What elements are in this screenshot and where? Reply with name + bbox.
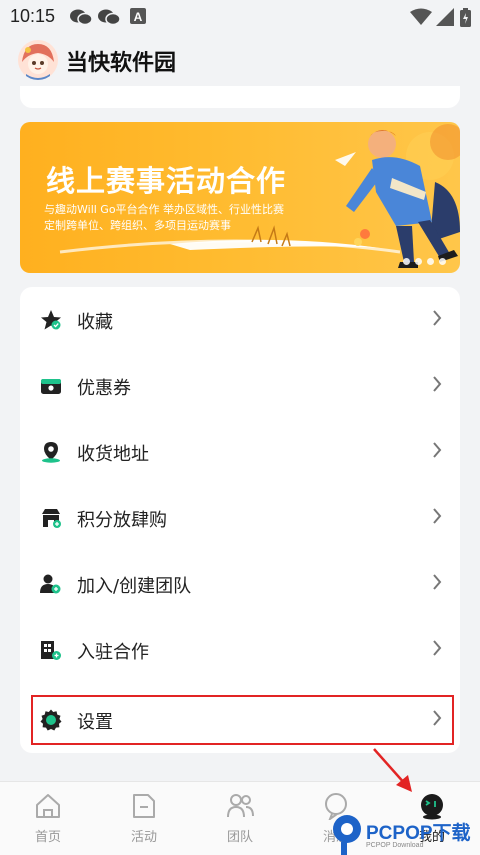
banner-subtitle-line2: 定制跨单位、跨组织、多项目运动赛事 bbox=[44, 219, 231, 232]
tab-activity[interactable]: 活动 bbox=[96, 782, 192, 855]
tab-label: 活动 bbox=[130, 830, 157, 845]
menu-item-label: 优惠券 bbox=[77, 378, 131, 399]
building-cooperation-icon bbox=[41, 641, 61, 660]
watermark: PCPOP下载 PCPOP Download bbox=[332, 812, 480, 855]
location-pin-icon bbox=[42, 442, 60, 463]
menu-item-favorites[interactable]: 收藏 bbox=[20, 287, 460, 353]
add-team-icon bbox=[40, 574, 61, 594]
coupon-icon bbox=[41, 379, 61, 394]
star-favorite-icon bbox=[41, 310, 61, 330]
chevron-right-icon bbox=[433, 508, 442, 524]
menu-item-join-team[interactable]: 加入/创建团队 bbox=[20, 551, 460, 617]
team-icon bbox=[227, 794, 254, 818]
menu-card: 收藏 优惠券 收货地址 积分放肆购 加入/创建团队 入驻合作 设置 bbox=[20, 287, 460, 753]
pagination-dot[interactable] bbox=[427, 258, 434, 265]
activity-icon bbox=[133, 794, 155, 818]
tab-label: 团队 bbox=[226, 830, 253, 845]
app-title: 当快软件园 bbox=[66, 51, 177, 76]
status-bar: 10:15 A bbox=[0, 0, 480, 34]
chevron-right-icon bbox=[433, 376, 442, 392]
header: 当快软件园 bbox=[0, 34, 480, 86]
menu-item-label: 加入/创建团队 bbox=[77, 576, 192, 597]
menu-item-label: 积分放肆购 bbox=[77, 510, 167, 531]
banner-title: 线上赛事活动合作 bbox=[46, 164, 287, 198]
battery-icon bbox=[460, 8, 471, 27]
chevron-right-icon bbox=[433, 442, 442, 458]
signal-icon bbox=[436, 8, 454, 26]
promo-banner[interactable]: 线上赛事活动合作 与趣动Will Go平台合作 举办区域性、行业性比赛 定制跨单… bbox=[20, 122, 460, 273]
status-time: 10:15 bbox=[10, 6, 56, 26]
settings-highlight-box bbox=[31, 695, 454, 745]
menu-item-address[interactable]: 收货地址 bbox=[20, 419, 460, 485]
menu-item-label: 收藏 bbox=[77, 312, 113, 333]
tab-label: 首页 bbox=[34, 830, 61, 845]
chevron-right-icon bbox=[433, 310, 442, 326]
annotation-arrow bbox=[373, 748, 412, 792]
avatar[interactable] bbox=[18, 40, 58, 80]
banner-subtitle-line1: 与趣动Will Go平台合作 举办区域性、行业性比赛 bbox=[44, 203, 285, 216]
pagination-dot[interactable] bbox=[403, 258, 410, 265]
pagination-dot[interactable] bbox=[439, 258, 446, 265]
svg-text:A: A bbox=[134, 10, 143, 24]
tab-home[interactable]: 首页 bbox=[0, 782, 96, 855]
tab-team[interactable]: 团队 bbox=[192, 782, 288, 855]
points-shop-icon bbox=[42, 509, 61, 528]
watermark-text: PCPOP下载 bbox=[366, 823, 471, 844]
wechat-icon bbox=[98, 9, 120, 26]
watermark-subtext: PCPOP Download bbox=[366, 842, 424, 849]
top-card bbox=[20, 86, 460, 108]
menu-item-label: 入驻合作 bbox=[77, 642, 149, 663]
watermark-logo-icon bbox=[333, 815, 361, 855]
chevron-right-icon bbox=[433, 640, 442, 656]
banner-pagination bbox=[398, 250, 446, 269]
wifi-icon bbox=[410, 8, 432, 25]
a-notification-icon: A bbox=[130, 8, 146, 24]
pagination-dot[interactable] bbox=[415, 258, 422, 265]
menu-item-coupons[interactable]: 优惠券 bbox=[20, 353, 460, 419]
menu-item-label: 收货地址 bbox=[77, 444, 149, 465]
wechat-icon bbox=[70, 9, 92, 26]
chevron-right-icon bbox=[433, 574, 442, 590]
menu-item-points-shop[interactable]: 积分放肆购 bbox=[20, 485, 460, 551]
menu-item-cooperation[interactable]: 入驻合作 bbox=[20, 617, 460, 683]
home-icon bbox=[36, 794, 60, 818]
